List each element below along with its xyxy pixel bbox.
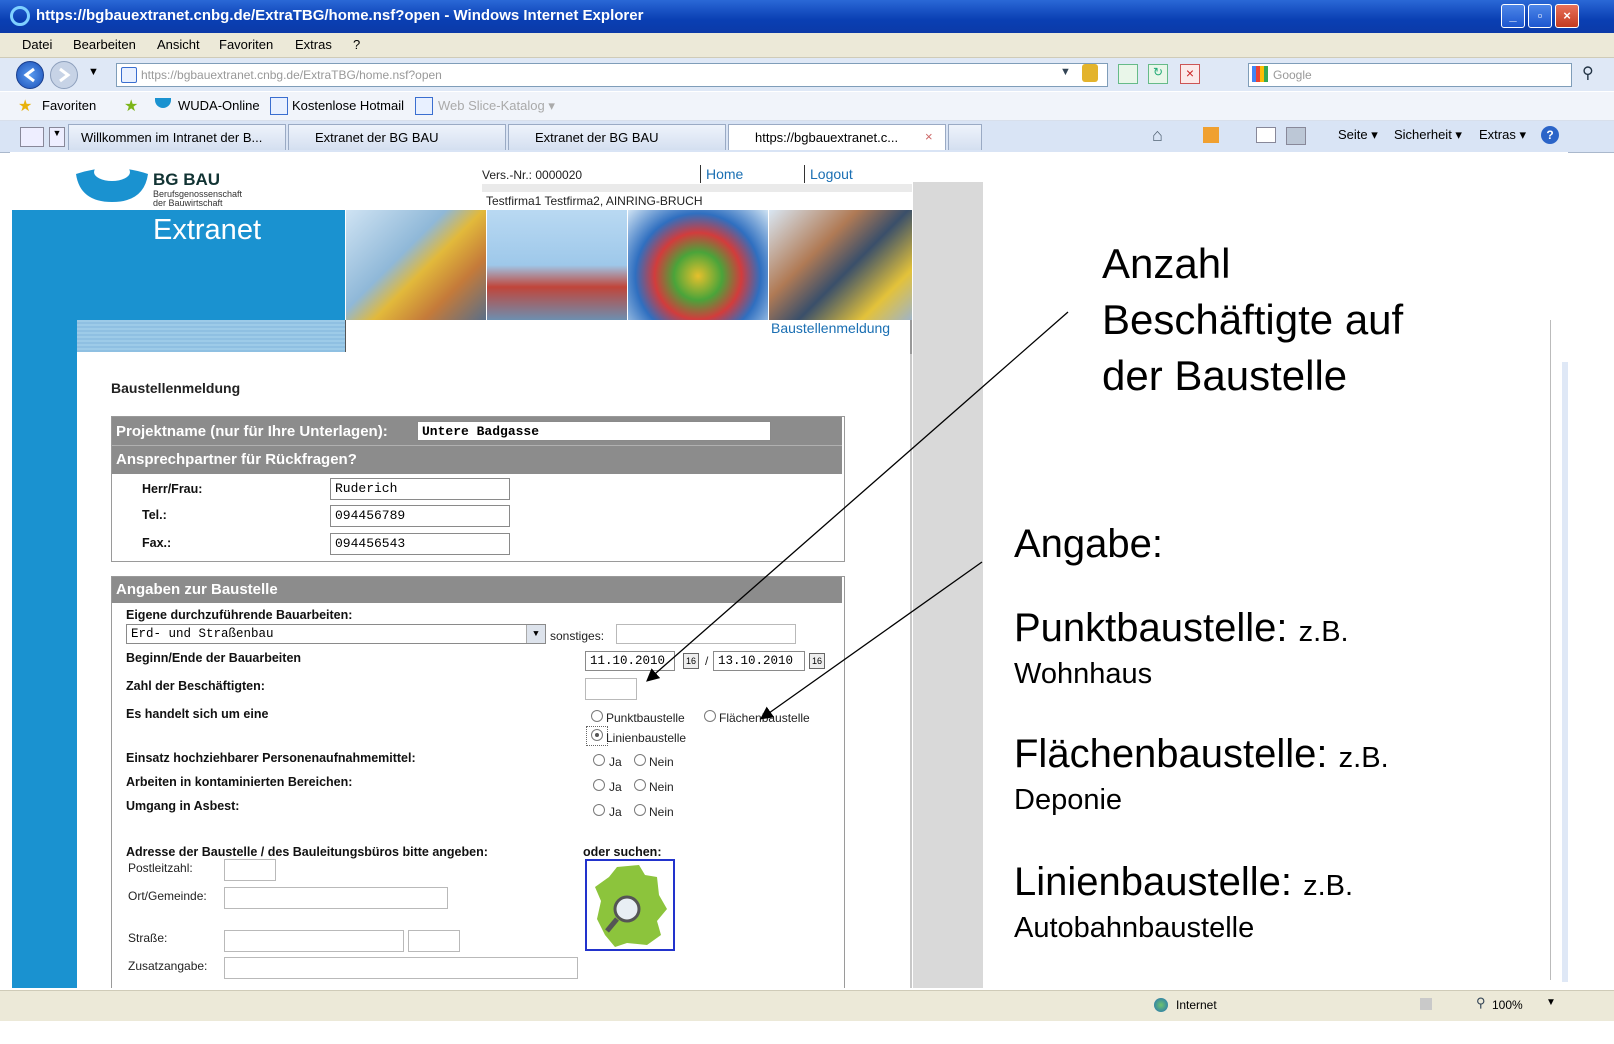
annotation-linien-zb: z.B. — [1303, 870, 1354, 902]
zoom-dropdown[interactable]: ▼ — [1546, 997, 1556, 1008]
annotation-linien: Linienbaustelle: z.B. — [1014, 860, 1353, 905]
arrow-to-zahl — [646, 311, 1069, 682]
annotation-punkt: Punktbaustelle: z.B. — [1014, 606, 1349, 651]
zoom-icon[interactable]: ⚲ — [1476, 995, 1486, 1011]
annotation-flaechen-example: Deponie — [1014, 784, 1123, 816]
zone-label: Internet — [1176, 998, 1217, 1012]
annotation-linien-title: Linienbaustelle: — [1014, 860, 1292, 904]
annotation-punkt-example: Wohnhaus — [1014, 658, 1153, 690]
arrow-to-baustellenart — [759, 561, 983, 720]
annotation-flaechen-title: Flächenbaustelle: — [1014, 732, 1328, 776]
protected-mode-icon — [1420, 998, 1432, 1010]
annotation-punkt-title: Punktbaustelle: — [1014, 606, 1288, 650]
annotation-flaechen-zb: z.B. — [1338, 742, 1389, 774]
annotation-punkt-zb: z.B. — [1298, 616, 1349, 648]
annotation-anzahl-1: Anzahl — [1102, 240, 1231, 287]
annotation-anzahl-3: der Baustelle — [1102, 352, 1348, 399]
annotation-angabe: Angabe: — [1014, 522, 1164, 566]
status-bar: Internet ⚲ 100% ▼ — [0, 990, 1614, 1021]
annotation-anzahl-2: Beschäftigte auf — [1102, 296, 1404, 343]
internet-zone-icon — [1154, 998, 1168, 1012]
annotation-arrows — [646, 311, 1069, 720]
annotation-flaechen: Flächenbaustelle: z.B. — [1014, 732, 1389, 777]
zoom-level[interactable]: 100% — [1492, 998, 1523, 1012]
annotation-linien-example: Autobahnbaustelle — [1014, 912, 1255, 944]
